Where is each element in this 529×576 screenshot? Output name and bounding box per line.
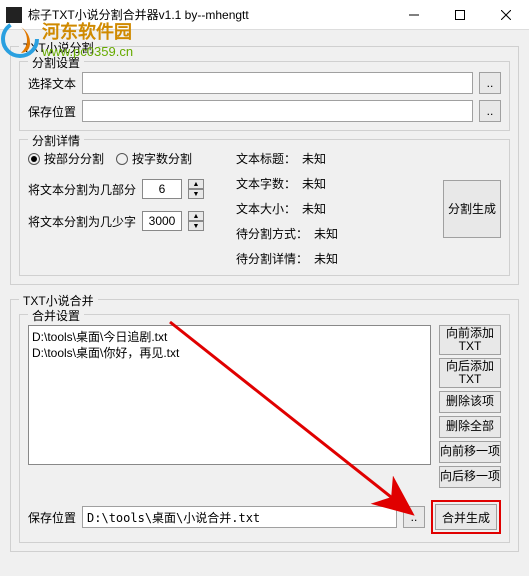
split-settings-groupbox: 分割设置 选择文本 .. 保存位置 .. [19, 61, 510, 131]
radio-by-part[interactable]: 按部分分割 [28, 150, 104, 167]
info-detail-val: 未知 [314, 250, 338, 267]
browse-text-button[interactable]: .. [479, 72, 501, 94]
move-down-button[interactable]: 向后移一项 [439, 466, 501, 488]
parts-label: 将文本分割为几部分 [28, 181, 136, 198]
merge-browse-button[interactable]: .. [403, 506, 425, 528]
browse-save-button[interactable]: .. [479, 100, 501, 122]
list-item[interactable]: D:\tools\桌面\你好，再见.txt [32, 345, 427, 361]
radio-by-chars-label: 按字数分割 [132, 150, 192, 167]
info-chars-label: 文本字数： [236, 175, 296, 192]
titlebar: 棕子TXT小说分割合并器v1.1 by--mhengtt [0, 0, 529, 30]
parts-spinner[interactable]: ▲▼ [188, 179, 204, 199]
app-icon [6, 7, 22, 23]
split-groupbox: TXT小说分割 分割设置 选择文本 .. 保存位置 .. 分割详情 [10, 46, 519, 285]
info-method-label: 待分割方式： [236, 225, 308, 242]
move-up-button[interactable]: 向前移一项 [439, 441, 501, 463]
add-back-button[interactable]: 向后添加TXT [439, 358, 501, 388]
radio-by-chars[interactable]: 按字数分割 [116, 150, 192, 167]
chars-spinner[interactable]: ▲▼ [188, 211, 204, 231]
radio-icon [28, 153, 40, 165]
delete-item-button[interactable]: 删除该项 [439, 391, 501, 413]
close-button[interactable] [483, 0, 529, 30]
info-size-val: 未知 [302, 200, 326, 217]
delete-all-button[interactable]: 删除全部 [439, 416, 501, 438]
highlight-box: 合并生成 [431, 500, 501, 534]
save-loc-label: 保存位置 [28, 103, 76, 120]
split-generate-button[interactable]: 分割生成 [443, 180, 501, 238]
info-title-val: 未知 [302, 150, 326, 167]
parts-input[interactable]: 6 [142, 179, 182, 199]
info-method-val: 未知 [314, 225, 338, 242]
radio-by-part-label: 按部分分割 [44, 150, 104, 167]
chars-input[interactable]: 3000 [142, 211, 182, 231]
info-chars-val: 未知 [302, 175, 326, 192]
info-detail-label: 待分割详情： [236, 250, 308, 267]
list-item[interactable]: D:\tools\桌面\今日追剧.txt [32, 329, 427, 345]
select-text-label: 选择文本 [28, 75, 76, 92]
window-title: 棕子TXT小说分割合并器v1.1 by--mhengtt [28, 6, 249, 23]
split-details-groupbox: 分割详情 按部分分割 按字数分割 将文本分割为几部分 [19, 139, 510, 276]
minimize-button[interactable] [391, 0, 437, 30]
merge-settings-groupbox: 合并设置 D:\tools\桌面\今日追剧.txtD:\tools\桌面\你好，… [19, 314, 510, 543]
maximize-button[interactable] [437, 0, 483, 30]
merge-generate-button[interactable]: 合并生成 [435, 504, 497, 530]
info-title-label: 文本标题： [236, 150, 296, 167]
add-front-button[interactable]: 向前添加TXT [439, 325, 501, 355]
chars-label: 将文本分割为几少字 [28, 213, 136, 230]
merge-settings-legend: 合并设置 [28, 307, 84, 324]
merge-save-label: 保存位置 [28, 509, 76, 526]
merge-save-input[interactable] [82, 506, 397, 528]
save-loc-input[interactable] [82, 100, 473, 122]
merge-groupbox: TXT小说合并 合并设置 D:\tools\桌面\今日追剧.txtD:\tool… [10, 299, 519, 552]
split-settings-legend: 分割设置 [28, 54, 84, 71]
select-text-input[interactable] [82, 72, 473, 94]
split-details-legend: 分割详情 [28, 132, 84, 149]
info-size-label: 文本大小： [236, 200, 296, 217]
radio-icon [116, 153, 128, 165]
merge-file-listbox[interactable]: D:\tools\桌面\今日追剧.txtD:\tools\桌面\你好，再见.tx… [28, 325, 431, 465]
